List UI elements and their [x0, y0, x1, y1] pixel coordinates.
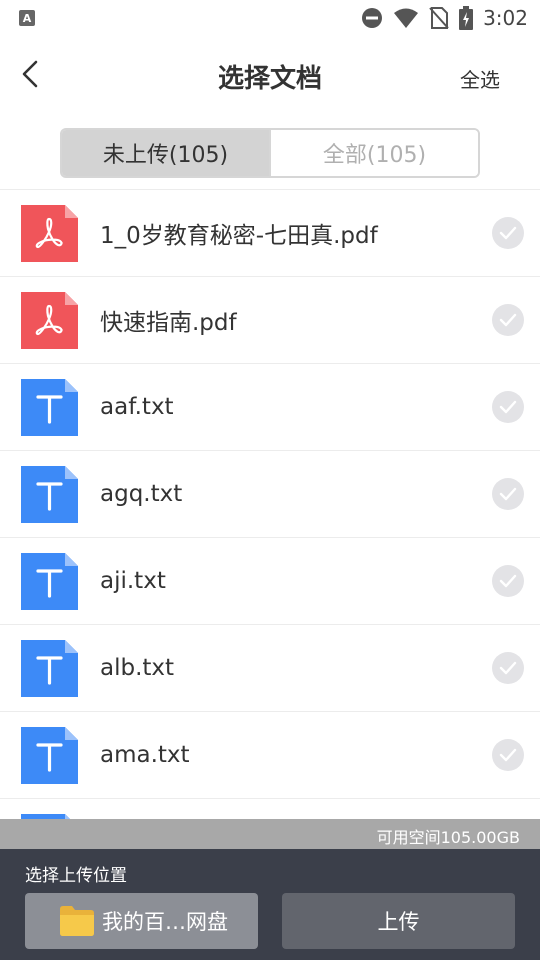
upload-location-value: 我的百…网盘	[102, 910, 228, 934]
select-checkbox[interactable]	[492, 565, 524, 597]
list-item[interactable]: aaf.txt	[0, 364, 540, 451]
file-name: aji.txt	[100, 568, 166, 594]
select-all-button[interactable]: 全选	[460, 64, 500, 93]
pdf-file-icon	[21, 291, 78, 349]
select-checkbox[interactable]	[492, 739, 524, 771]
select-checkbox[interactable]	[492, 217, 524, 249]
battery-charging-icon	[459, 6, 474, 30]
select-checkbox[interactable]	[492, 391, 524, 423]
list-item[interactable]: agq.txt	[0, 451, 540, 538]
bottom-panel: 选择上传位置 我的百…网盘 上传	[0, 849, 540, 960]
list-item[interactable]: aji.txt	[0, 538, 540, 625]
txt-file-icon	[21, 378, 78, 436]
file-name: alb.txt	[100, 655, 175, 681]
select-checkbox[interactable]	[492, 478, 524, 510]
no-sim-icon	[429, 7, 449, 29]
txt-file-icon	[21, 726, 78, 784]
select-checkbox[interactable]	[492, 304, 524, 336]
svg-text:A: A	[23, 12, 32, 25]
check-icon	[499, 487, 517, 501]
check-icon	[499, 400, 517, 414]
select-checkbox[interactable]	[492, 652, 524, 684]
pdf-file-icon	[21, 204, 78, 262]
file-name: 快速指南.pdf	[100, 310, 237, 336]
check-icon	[499, 574, 517, 588]
page-title: 选择文档	[217, 64, 322, 94]
file-list[interactable]: 1_0岁教育秘密-七田真.pdf 快速指南.pdf aaf.txt agq.tx…	[0, 190, 540, 820]
list-item[interactable]: alb.txt	[0, 625, 540, 712]
upload-location-button[interactable]: 我的百…网盘	[25, 893, 258, 949]
file-name: 1_0岁教育秘密-七田真.pdf	[100, 223, 378, 249]
list-item[interactable]	[0, 799, 540, 820]
available-space-text: 可用空间105.00GB	[376, 828, 520, 847]
status-bar: A 3:02	[0, 0, 540, 36]
txt-file-icon	[21, 552, 78, 610]
check-icon	[499, 748, 517, 762]
file-name: ama.txt	[100, 742, 190, 768]
file-name: aaf.txt	[100, 394, 174, 420]
header: 选择文档 全选	[0, 36, 540, 116]
list-item[interactable]: 快速指南.pdf	[0, 277, 540, 364]
tab-not-uploaded[interactable]: 未上传(105)	[62, 130, 269, 176]
list-item[interactable]: 1_0岁教育秘密-七田真.pdf	[0, 190, 540, 277]
check-icon	[499, 226, 517, 240]
txt-file-icon	[21, 465, 78, 523]
file-name: agq.txt	[100, 481, 183, 507]
dnd-icon	[362, 8, 383, 28]
folder-icon	[60, 906, 94, 936]
a-app-icon: A	[19, 10, 35, 26]
tab-all[interactable]: 全部(105)	[269, 130, 478, 176]
filter-tabs: 未上传(105) 全部(105)	[60, 128, 480, 178]
check-icon	[499, 313, 517, 327]
storage-bar: 可用空间105.00GB	[0, 819, 540, 849]
upload-location-label: 选择上传位置	[25, 866, 127, 886]
check-icon	[499, 661, 517, 675]
list-item[interactable]: ama.txt	[0, 712, 540, 799]
txt-file-icon	[21, 639, 78, 697]
status-time: 3:02	[483, 6, 528, 30]
upload-button[interactable]: 上传	[282, 893, 515, 949]
wifi-icon	[394, 8, 419, 28]
